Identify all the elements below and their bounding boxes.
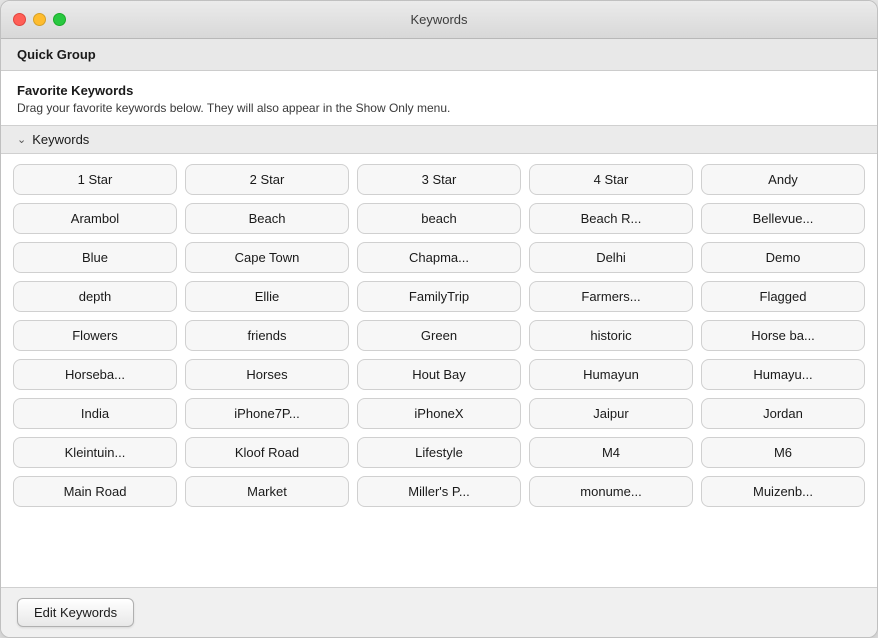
footer: Edit Keywords [1, 587, 877, 637]
keyword-tag[interactable]: Ellie [185, 281, 349, 312]
keyword-tag[interactable]: India [13, 398, 177, 429]
keyword-tag[interactable]: Kloof Road [185, 437, 349, 468]
keyword-tag[interactable]: Andy [701, 164, 865, 195]
keyword-tag[interactable]: Jaipur [529, 398, 693, 429]
keyword-tag[interactable]: Demo [701, 242, 865, 273]
keyword-tag[interactable]: Flagged [701, 281, 865, 312]
keyword-tag[interactable]: FamilyTrip [357, 281, 521, 312]
keyword-tag[interactable]: Market [185, 476, 349, 507]
keyword-tag[interactable]: iPhoneX [357, 398, 521, 429]
favorite-keywords-title: Favorite Keywords [17, 83, 861, 98]
keyword-tag[interactable]: Muizenb... [701, 476, 865, 507]
keyword-tag[interactable]: Kleintuin... [13, 437, 177, 468]
keyword-tag[interactable]: Green [357, 320, 521, 351]
keywords-grid: 1 Star 2 Star 3 Star 4 Star Andy Arambol Beach… [13, 164, 865, 507]
favorite-keywords-section: Favorite Keywords Drag your favorite key… [1, 71, 877, 126]
keyword-tag[interactable]: Horse ba... [701, 320, 865, 351]
keyword-tag[interactable]: M6 [701, 437, 865, 468]
keyword-tag[interactable]: Main Road [13, 476, 177, 507]
keyword-tag[interactable]: Hout Bay [357, 359, 521, 390]
keyword-tag[interactable]: Delhi [529, 242, 693, 273]
keyword-tag[interactable]: Cape Town [185, 242, 349, 273]
traffic-lights [13, 13, 66, 26]
close-button[interactable] [13, 13, 26, 26]
keyword-tag[interactable]: historic [529, 320, 693, 351]
keyword-tag[interactable]: Farmers... [529, 281, 693, 312]
keywords-window: Keywords Quick Group Favorite Keywords D… [0, 0, 878, 638]
keyword-tag[interactable]: Miller's P... [357, 476, 521, 507]
keyword-tag[interactable]: M4 [529, 437, 693, 468]
keywords-grid-container: 1 Star 2 Star 3 Star 4 Star Andy Arambol Beach… [1, 154, 877, 587]
keywords-section-header[interactable]: ⌄ Keywords [1, 126, 877, 154]
chevron-down-icon: ⌄ [17, 133, 26, 146]
keyword-tag[interactable]: Lifestyle [357, 437, 521, 468]
keyword-tag[interactable]: Beach R... [529, 203, 693, 234]
keyword-tag[interactable]: Horseba... [13, 359, 177, 390]
keyword-tag[interactable]: iPhone7P... [185, 398, 349, 429]
title-bar: Keywords [1, 1, 877, 39]
keyword-tag[interactable]: Jordan [701, 398, 865, 429]
favorite-keywords-description: Drag your favorite keywords below. They … [17, 101, 861, 115]
keyword-tag[interactable]: 3 Star [357, 164, 521, 195]
keyword-tag[interactable]: Arambol [13, 203, 177, 234]
keyword-tag[interactable]: 4 Star [529, 164, 693, 195]
keywords-header-label: Keywords [32, 132, 89, 147]
keyword-tag[interactable]: Blue [13, 242, 177, 273]
keyword-tag[interactable]: Flowers [13, 320, 177, 351]
keyword-tag[interactable]: friends [185, 320, 349, 351]
keyword-tag[interactable]: monume... [529, 476, 693, 507]
keyword-tag[interactable]: depth [13, 281, 177, 312]
keyword-tag[interactable]: Humayun [529, 359, 693, 390]
maximize-button[interactable] [53, 13, 66, 26]
minimize-button[interactable] [33, 13, 46, 26]
keyword-tag[interactable]: 1 Star [13, 164, 177, 195]
quick-group-label: Quick Group [1, 39, 877, 71]
keyword-tag[interactable]: Bellevue... [701, 203, 865, 234]
keyword-tag[interactable]: beach [357, 203, 521, 234]
keyword-tag[interactable]: 2 Star [185, 164, 349, 195]
keyword-tag[interactable]: Chapma... [357, 242, 521, 273]
edit-keywords-button[interactable]: Edit Keywords [17, 598, 134, 627]
keyword-tag[interactable]: Beach [185, 203, 349, 234]
keyword-tag[interactable]: Horses [185, 359, 349, 390]
window-title: Keywords [410, 12, 467, 27]
keyword-tag[interactable]: Humayu... [701, 359, 865, 390]
